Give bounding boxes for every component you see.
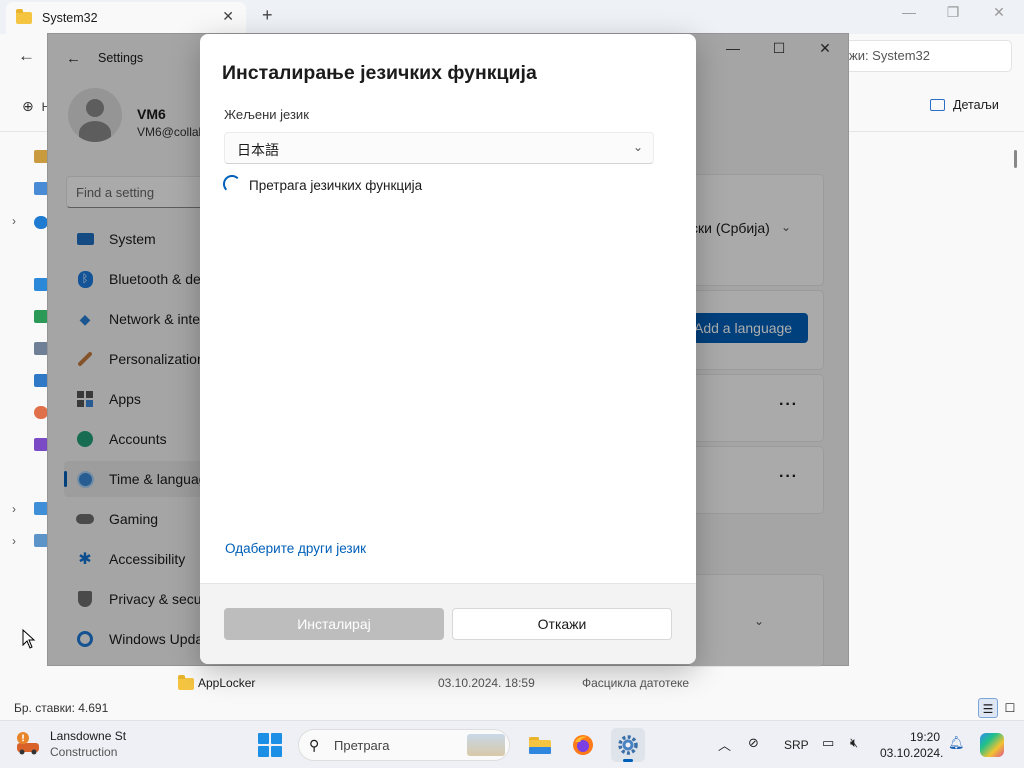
details-pane-button[interactable]: Детаљи — [930, 98, 999, 112]
gallery-icon[interactable] — [34, 182, 48, 195]
network-icon[interactable] — [34, 534, 48, 547]
file-explorer-taskbar-button[interactable] — [523, 728, 557, 762]
dialog-footer: Инсталирај Откажи — [200, 583, 696, 664]
music-icon[interactable] — [34, 406, 48, 419]
new-tab-button[interactable]: + — [262, 5, 273, 26]
progress-text: Претрага језичких функција — [249, 178, 423, 193]
copilot-icon[interactable] — [980, 733, 1004, 757]
file-type: Фасцикла датотеке — [582, 676, 690, 690]
this-pc-icon[interactable] — [34, 502, 48, 515]
taskbar: Lansdowne St Construction ⚲ Претрага ︿ ⊘… — [0, 720, 1024, 768]
desktop-icon[interactable] — [34, 278, 48, 291]
input-language-indicator[interactable]: SRP — [784, 738, 809, 752]
dialog-title: Инсталирање језичких функција — [222, 62, 537, 84]
choose-other-language-link[interactable]: Одаберите други језик — [225, 541, 366, 556]
notification-bell-icon[interactable]: 🔔︎ — [948, 735, 965, 751]
chevron-right-icon[interactable]: › — [12, 502, 16, 516]
volume-muted-icon[interactable]: 🔇︎ — [850, 735, 858, 751]
network-offline-icon[interactable]: ⊘ — [748, 735, 759, 751]
firefox-icon — [573, 735, 593, 755]
minimize-button[interactable]: — — [886, 4, 932, 20]
item-count-status: Бр. ставки: 4.691 — [14, 701, 109, 715]
explorer-nav-pane: › › › — [0, 134, 48, 694]
chevron-down-icon: ⌄ — [632, 140, 643, 154]
back-arrow-icon[interactable]: ← — [18, 46, 35, 66]
mouse-cursor-icon — [22, 629, 36, 649]
details-pane-icon — [930, 99, 945, 111]
restore-button[interactable]: ❐ — [930, 4, 976, 21]
search-highlight-image — [467, 734, 505, 756]
onedrive-icon[interactable] — [34, 216, 48, 229]
chevron-right-icon[interactable]: › — [12, 214, 16, 228]
install-button[interactable]: Инсталирај — [224, 608, 444, 640]
explorer-titlebar: System32 ✕ + — ❐ ✕ — [0, 0, 1024, 34]
videos-icon[interactable] — [34, 438, 48, 451]
close-tab-icon[interactable]: ✕ — [222, 8, 234, 25]
cancel-button[interactable]: Откажи — [452, 608, 672, 640]
taskbar-clock[interactable]: 19:20 03.10.2024. — [880, 729, 944, 761]
tiles-view-icon[interactable]: ☐ — [1000, 698, 1020, 718]
explorer-tab-title: System32 — [42, 11, 98, 25]
taskbar-search-placeholder: Претрага — [334, 738, 390, 753]
home-icon[interactable] — [34, 150, 48, 163]
pictures-icon[interactable] — [34, 374, 48, 387]
traffic-alert-icon — [17, 732, 39, 755]
scrollbar-thumb[interactable] — [1014, 150, 1017, 168]
file-name: AppLocker — [198, 676, 256, 690]
start-button[interactable] — [258, 733, 282, 757]
details-view-icon[interactable]: ☰ — [978, 698, 998, 718]
gear-icon — [618, 735, 638, 755]
documents-icon[interactable] — [34, 342, 48, 355]
firefox-taskbar-button[interactable] — [566, 728, 600, 762]
file-explorer-icon — [529, 737, 551, 754]
display-network-icon[interactable]: ▭ — [822, 735, 834, 751]
preferred-language-dropdown[interactable]: 日本語 ⌄ — [224, 132, 654, 164]
plus-circle-icon: ⊕ — [22, 98, 34, 114]
windows-logo-icon — [258, 733, 269, 744]
folder-icon — [16, 9, 32, 24]
close-button[interactable]: ✕ — [976, 4, 1022, 21]
install-language-dialog: Инсталирање језичких функција Жељени јез… — [200, 34, 696, 664]
clock-date: 03.10.2024. — [880, 746, 944, 760]
explorer-search-input[interactable]: жи: System32 — [830, 40, 1012, 72]
file-row[interactable]: AppLocker 03.10.2024. 18:59 Фасцикла дат… — [178, 674, 778, 692]
chevron-right-icon[interactable]: › — [12, 534, 16, 548]
weather-title: Lansdowne St — [50, 729, 127, 743]
weather-subtitle: Construction — [50, 745, 118, 759]
taskbar-search-box[interactable]: ⚲ Претрага — [298, 729, 510, 761]
selected-language: 日本語 — [237, 142, 279, 158]
details-label: Детаљи — [953, 98, 999, 112]
settings-taskbar-button[interactable] — [611, 728, 645, 762]
file-date: 03.10.2024. 18:59 — [438, 676, 535, 690]
explorer-tab[interactable]: System32 ✕ — [6, 2, 246, 34]
loading-spinner-icon — [223, 175, 241, 193]
preferred-language-label: Жељени језик — [224, 107, 309, 122]
downloads-icon[interactable] — [34, 310, 48, 323]
chevron-up-icon[interactable]: ︿ — [718, 735, 731, 754]
clock-time: 19:20 — [909, 730, 940, 744]
folder-icon — [178, 675, 194, 690]
search-icon: ⚲ — [309, 737, 320, 753]
